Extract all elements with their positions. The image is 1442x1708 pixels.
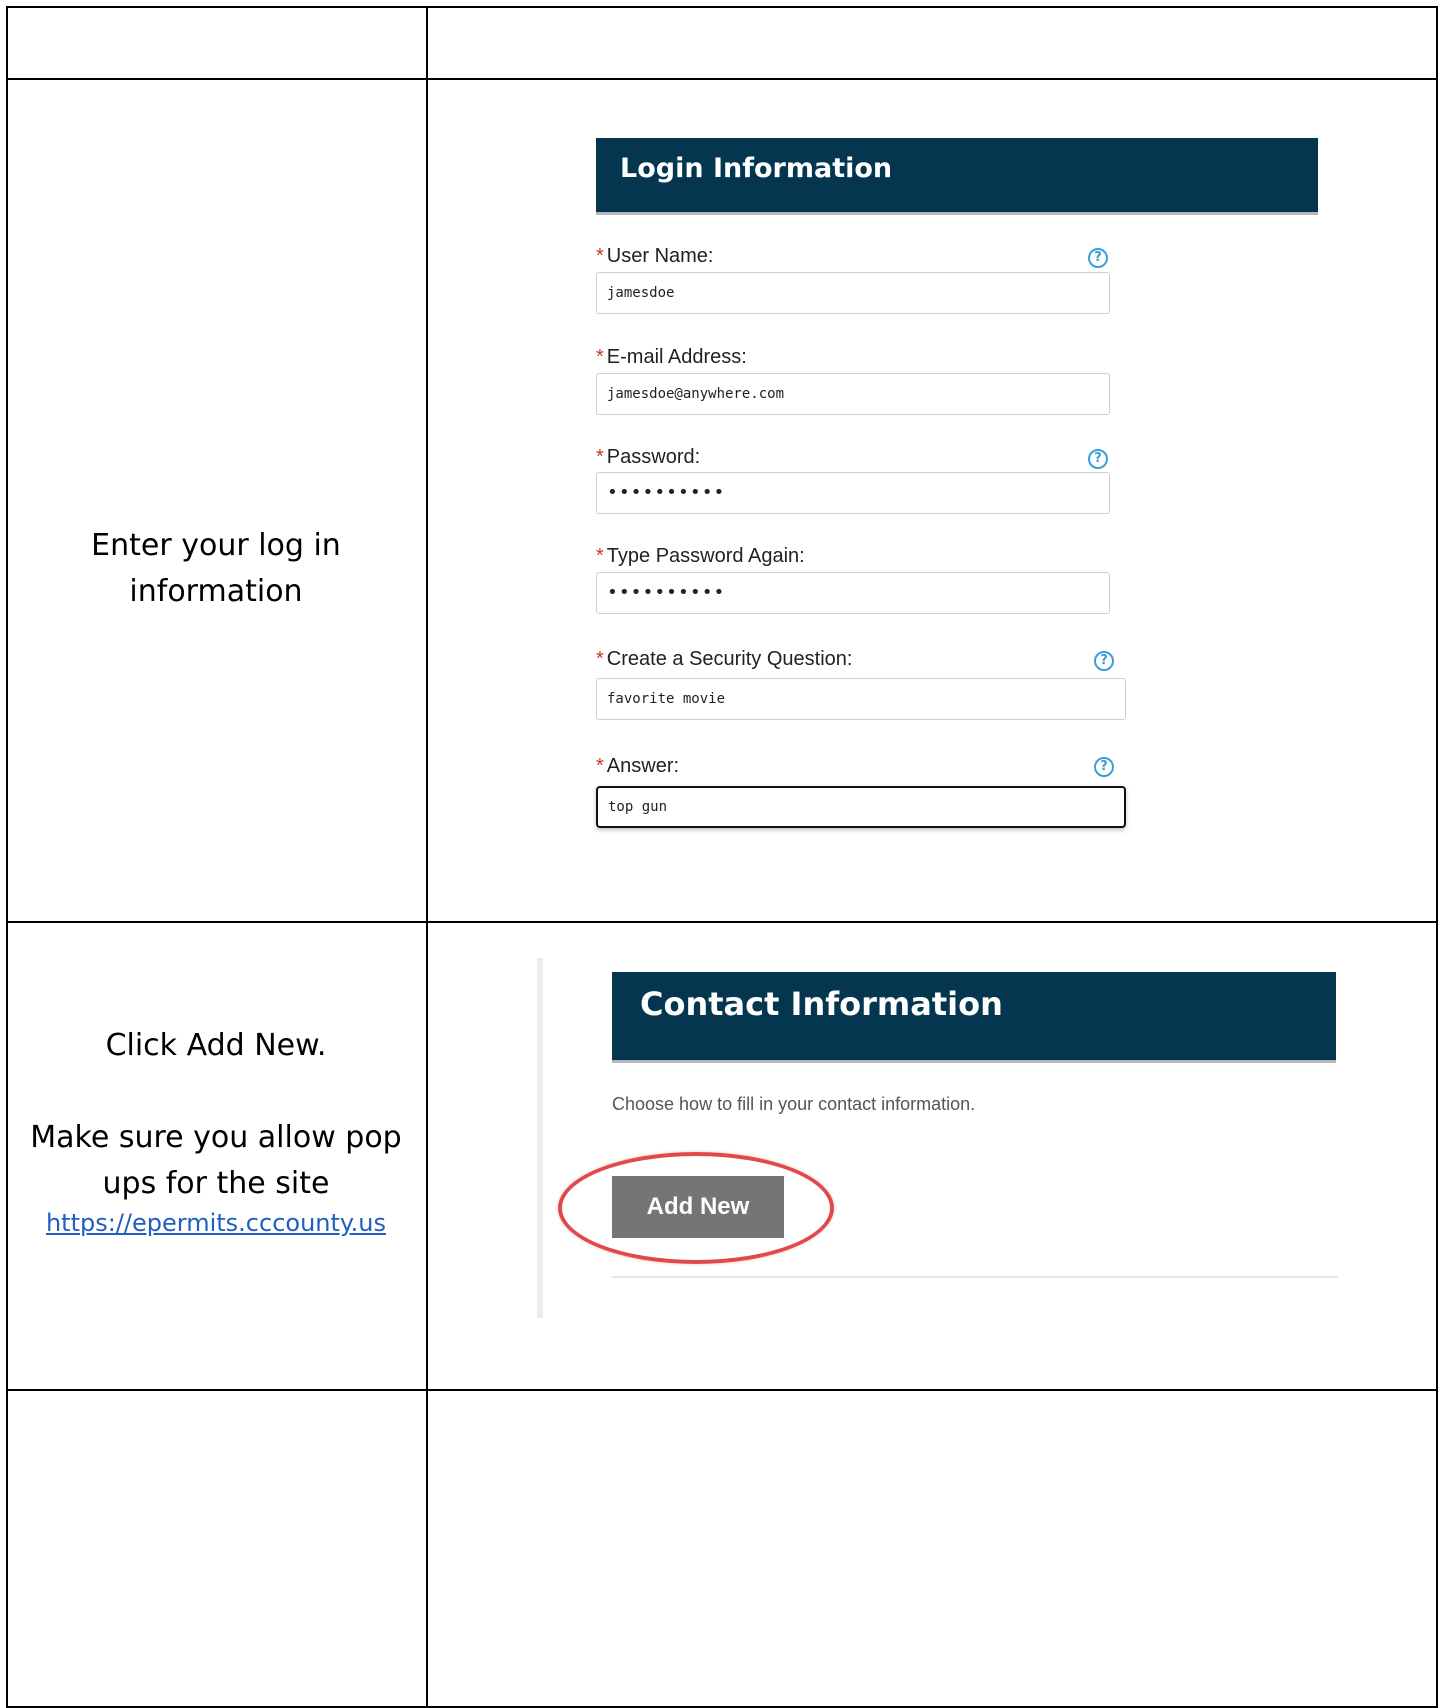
instruction-line: Make sure you allow pop: [30, 1120, 402, 1155]
user-name-label: * User Name:: [596, 245, 714, 267]
row-divider: [7, 1389, 1437, 1391]
highlight-circle: [558, 1152, 834, 1264]
row-divider: [7, 921, 1437, 923]
password-label: * Password:: [596, 446, 701, 468]
email-label: * E-mail Address:: [596, 346, 747, 368]
section-title: Login Information: [620, 153, 893, 184]
help-icon[interactable]: ?: [1088, 449, 1108, 469]
document-table: [6, 6, 1438, 1708]
security-question-input[interactable]: favorite movie: [596, 678, 1126, 720]
required-marker: *: [596, 755, 604, 777]
required-marker: *: [596, 446, 604, 468]
answer-input[interactable]: top gun: [596, 786, 1126, 828]
required-marker: *: [596, 346, 604, 368]
instruction-line: Enter your log in: [91, 528, 341, 563]
contact-description: Choose how to fill in your contact infor…: [612, 1094, 976, 1114]
step-2-instruction: Click Add New. Make sure you allow pop u…: [20, 1023, 412, 1239]
help-icon[interactable]: ?: [1088, 248, 1108, 268]
required-marker: *: [596, 245, 604, 267]
required-marker: *: [596, 545, 604, 567]
section-title: Contact Information: [640, 985, 1003, 1023]
instruction-line: Click Add New.: [105, 1028, 327, 1063]
confirm-password-label: * Type Password Again:: [596, 545, 805, 567]
section-divider: [612, 1276, 1338, 1278]
security-question-label: * Create a Security Question:: [596, 648, 853, 670]
header-shadow: [596, 212, 1318, 215]
header-shadow: [612, 1060, 1336, 1063]
required-marker: *: [596, 648, 604, 670]
step-1-instruction: Enter your log in information: [30, 523, 402, 615]
password-input[interactable]: ••••••••••: [596, 472, 1110, 514]
confirm-password-input[interactable]: ••••••••••: [596, 572, 1110, 614]
instruction-line: ups for the site: [102, 1166, 330, 1201]
instruction-line: information: [129, 574, 303, 609]
site-link[interactable]: https://epermits.cccounty.us: [20, 1207, 412, 1239]
help-icon[interactable]: ?: [1094, 757, 1114, 777]
answer-label: * Answer:: [596, 755, 680, 777]
row-divider: [7, 78, 1437, 80]
column-divider: [426, 8, 428, 1706]
email-input[interactable]: jamesdoe@anywhere.com: [596, 373, 1110, 415]
help-icon[interactable]: ?: [1094, 651, 1114, 671]
login-information-header: Login Information: [596, 138, 1318, 212]
contact-information-header: Contact Information: [612, 972, 1336, 1060]
user-name-input[interactable]: jamesdoe: [596, 272, 1110, 314]
left-border: [537, 958, 543, 1318]
